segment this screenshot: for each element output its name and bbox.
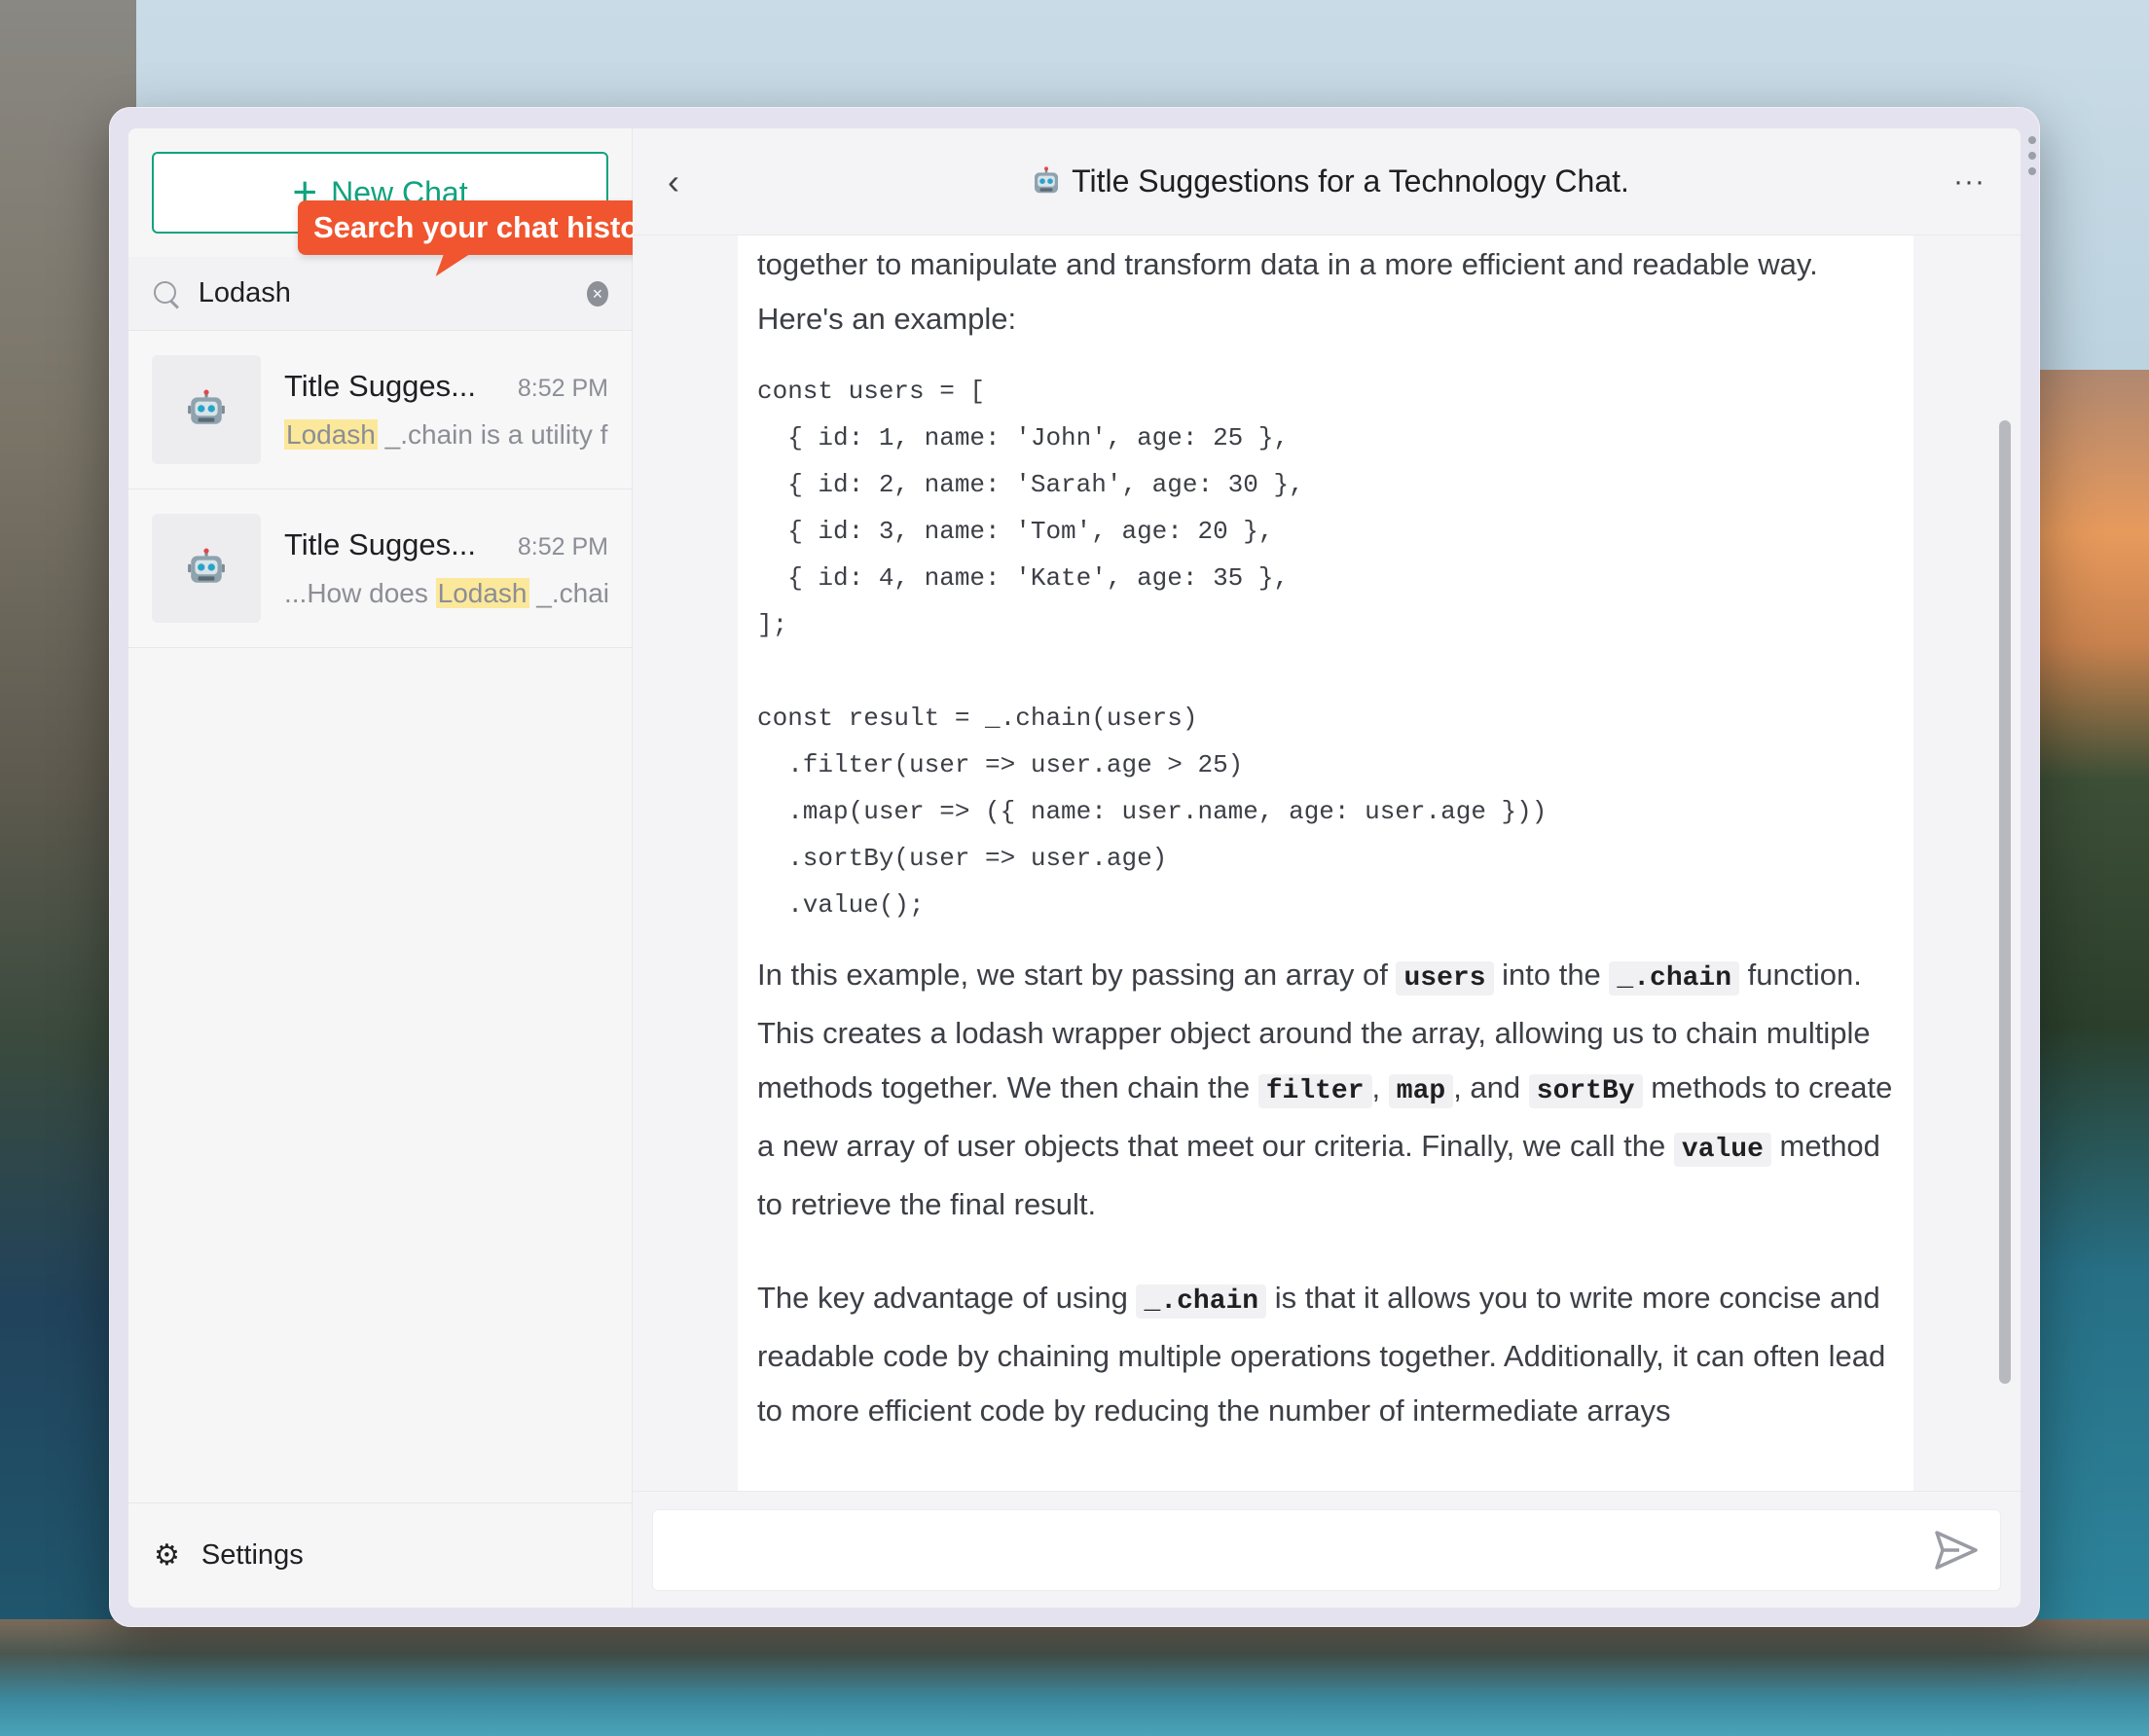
chat-title-text: Title Suggestions for a Technology Chat. (1072, 163, 1629, 199)
message-text: , and (1453, 1070, 1529, 1104)
message-text: into the (1493, 958, 1610, 992)
search-highlight: Lodash (435, 578, 529, 608)
gear-icon: ⚙ (154, 1539, 180, 1572)
sidebar: + New Chat Search your chat history × (128, 128, 683, 1608)
message-paragraph: together to manipulate and transform dat… (757, 237, 1894, 346)
chat-list-item[interactable]: Title Sugges... 8:52 PM ...How does Loda… (128, 489, 632, 648)
inline-code: users (1396, 961, 1494, 995)
chat-item-title: Title Sugges... (284, 369, 477, 403)
avatar (152, 355, 261, 464)
lake-reflection (0, 1619, 2149, 1736)
snippet-text: _.chai (528, 578, 608, 608)
chat-panel: ‹ Title Suggestions for a Technology Cha… (633, 128, 2021, 1608)
chat-list: Title Sugges... 8:52 PM Lodash _.chain i… (128, 331, 632, 1502)
inline-code: map (1388, 1074, 1454, 1108)
app-frame: + New Chat Search your chat history × (128, 128, 2021, 1608)
chat-item-info: Title Sugges... 8:52 PM ...How does Loda… (284, 527, 608, 609)
robot-icon (188, 548, 225, 583)
chat-list-item[interactable]: Title Sugges... 8:52 PM Lodash _.chain i… (128, 331, 632, 489)
assistant-message: together to manipulate and transform dat… (738, 235, 1913, 1491)
chat-item-info: Title Sugges... 8:52 PM Lodash _.chain i… (284, 369, 608, 451)
snippet-text: _.chain is a utility f (377, 419, 608, 450)
chat-item-snippet: Lodash _.chain is a utility f (284, 419, 608, 451)
window-drag-handle[interactable] (2028, 136, 2036, 175)
app-window: + New Chat Search your chat history × (109, 107, 2040, 1627)
inline-code: _.chain (1136, 1284, 1267, 1319)
message-scroll-area: together to manipulate and transform dat… (633, 235, 2021, 1491)
more-icon[interactable]: ··· (1953, 165, 1985, 199)
message-input[interactable] (674, 1534, 1934, 1566)
robot-icon (1035, 165, 1059, 193)
inline-code: _.chain (1609, 961, 1740, 995)
settings-label: Settings (200, 1539, 304, 1571)
chat-item-time: 8:52 PM (517, 375, 608, 402)
back-icon[interactable]: ‹ (668, 162, 707, 202)
message-paragraph: The key advantage of using _.chain is th… (757, 1271, 1894, 1438)
search-tooltip: Search your chat history (298, 200, 683, 255)
chat-item-snippet: ...How does Lodash _.chai (284, 578, 608, 609)
message-input-box (652, 1508, 2001, 1591)
composer (633, 1491, 2021, 1608)
chat-title: Title Suggestions for a Technology Chat. (707, 163, 1953, 199)
search-highlight: Lodash (284, 419, 378, 450)
chat-item-time: 8:52 PM (517, 533, 608, 561)
inline-code: value (1673, 1133, 1771, 1167)
search-bar: × (128, 257, 632, 331)
avatar (152, 514, 261, 623)
chat-item-title: Title Sugges... (284, 527, 477, 561)
robot-icon (188, 389, 225, 424)
settings-button[interactable]: ⚙ Settings (128, 1502, 632, 1608)
code-block: const users = [ { id: 1, name: 'John', a… (757, 377, 1548, 920)
search-input[interactable] (198, 277, 565, 309)
chat-header: ‹ Title Suggestions for a Technology Cha… (633, 128, 2021, 235)
scrollbar[interactable] (1999, 420, 2011, 1384)
message-text: In this example, we start by passing an … (757, 958, 1397, 992)
send-icon[interactable] (1934, 1530, 1979, 1571)
clear-icon[interactable]: × (586, 280, 608, 307)
snippet-text: ...How does (284, 578, 436, 608)
message-text: Here's an example: (757, 302, 1017, 336)
message-text: The key advantage of using (757, 1281, 1137, 1315)
message-text: , (1371, 1070, 1389, 1104)
inline-code: sortBy (1528, 1074, 1643, 1108)
inline-code: filter (1257, 1074, 1372, 1108)
search-icon (152, 279, 177, 308)
message-text: together to manipulate and transform dat… (757, 247, 1818, 281)
message-paragraph: In this example, we start by passing an … (757, 948, 1894, 1232)
